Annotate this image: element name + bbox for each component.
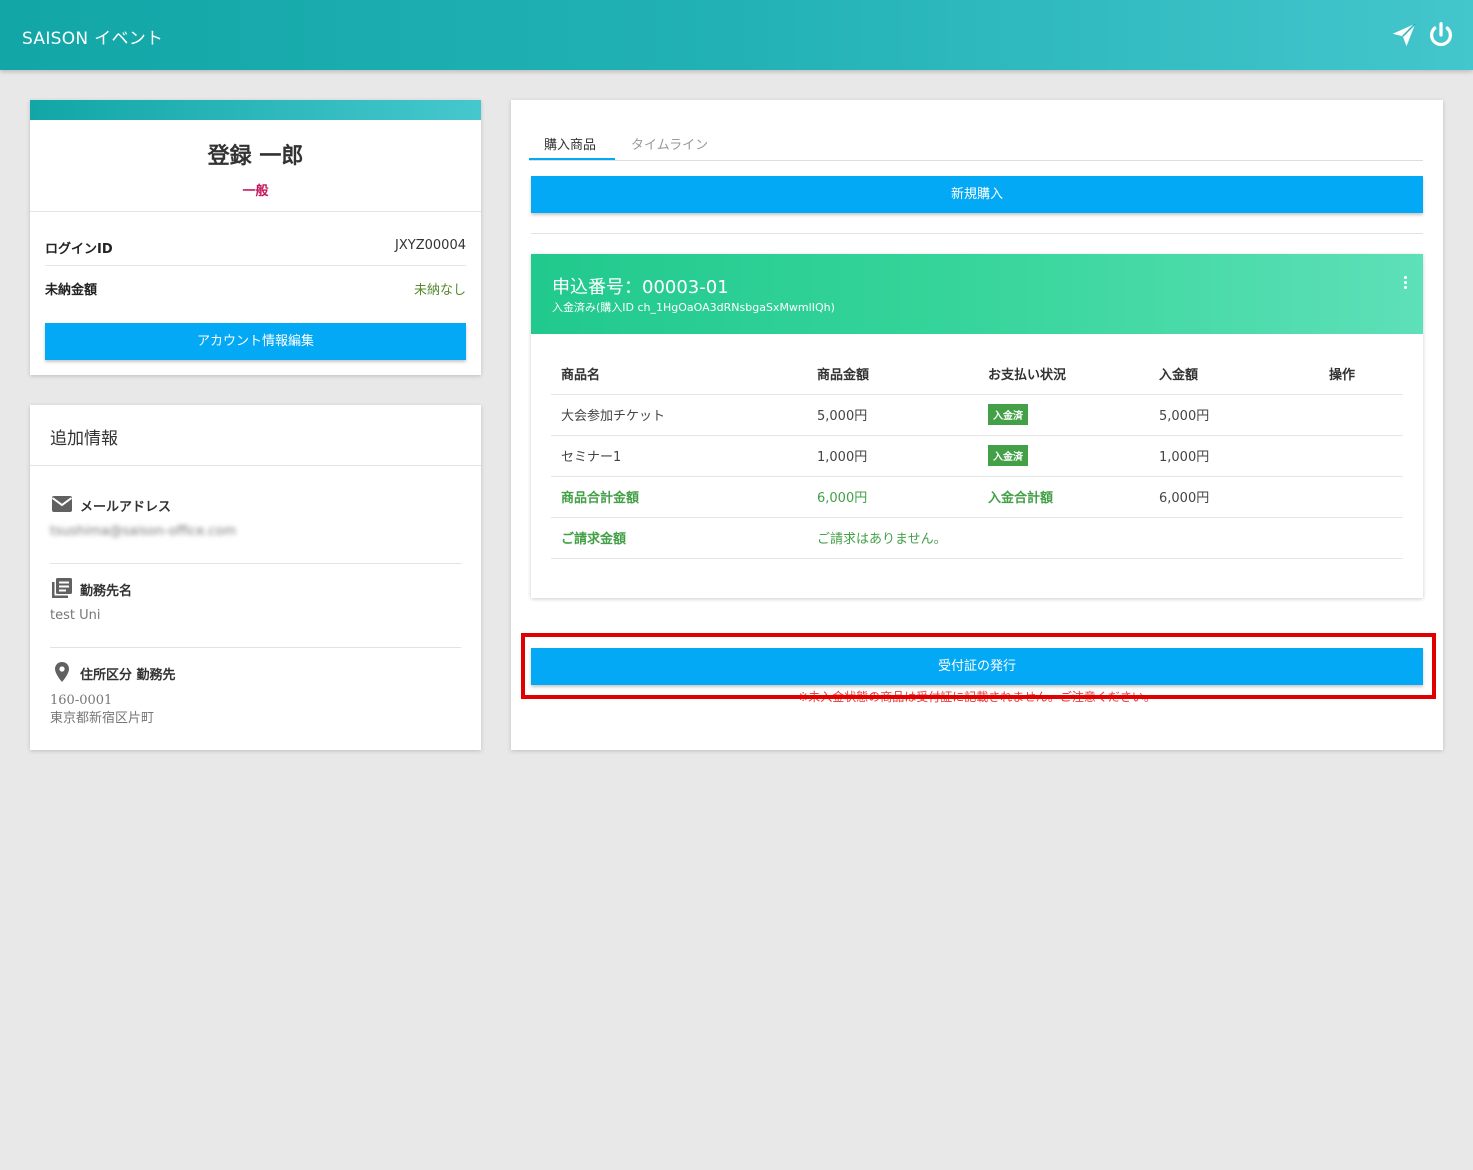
item-name: 大会参加チケット	[551, 394, 807, 436]
table-header-row: 商品名 商品金額 お支払い状況 入金額 操作	[551, 354, 1403, 395]
order-card: 申込番号：00003-01 入金済み(購入ID ch_1HgOaOA3dRNsb…	[531, 254, 1423, 598]
total-value: 6,000円	[807, 476, 978, 518]
address-line: 東京都新宿区片町	[50, 711, 155, 726]
user-name: 登録 一郎	[207, 144, 304, 169]
column-header: お支払い状況	[978, 354, 1149, 395]
item-price: 5,000円	[807, 394, 978, 436]
address-section: 住所区分 勤務先 160-0001 東京都新宿区片町	[50, 662, 461, 734]
column-header: 商品名	[551, 354, 807, 395]
company-value: test Uni	[50, 608, 101, 623]
address-value: 160-0001 東京都新宿区片町	[50, 692, 154, 728]
edit-account-button[interactable]: アカウント情報編集	[45, 323, 466, 360]
table-row: 大会参加チケット 5,000円 入金済 5,000円	[551, 394, 1403, 436]
order-header: 申込番号：00003-01 入金済み(購入ID ch_1HgOaOA3dRNsb…	[531, 254, 1423, 334]
email-section: メールアドレス tsushima@saison-office.com	[50, 496, 461, 564]
actions-cell	[1319, 394, 1403, 436]
order-number: 申込番号：00003-01	[552, 277, 729, 298]
company-label: 勤務先名	[80, 584, 133, 599]
send-icon[interactable]	[1389, 20, 1419, 50]
tab-purchased-items[interactable]: 購入商品	[544, 134, 596, 153]
paid-total-value: 6,000円	[1149, 476, 1319, 518]
totals-row: 商品合計金額 6,000円 入金合計額 6,000円	[551, 476, 1403, 518]
empty-cell	[1319, 476, 1403, 518]
additional-info-card: 追加情報 メールアドレス tsushima@saison-office.com …	[30, 405, 481, 750]
postal-code: 160-0001	[50, 693, 113, 708]
location-pin-icon	[50, 660, 74, 684]
tab-timeline[interactable]: タイムライン	[631, 134, 708, 153]
app-title[interactable]: SAISON イベント	[22, 24, 163, 49]
user-role: 一般	[242, 184, 269, 199]
divider	[531, 233, 1423, 234]
order-items-table: 商品名 商品金額 お支払い状況 入金額 操作 大会参加チケット 5,000円 入…	[551, 354, 1403, 559]
profile-card-accent	[30, 100, 481, 120]
mail-icon	[50, 492, 74, 516]
table-row: セミナー1 1,000円 入金済 1,000円	[551, 435, 1403, 477]
more-vert-icon[interactable]	[1403, 276, 1409, 294]
issue-receipt-button[interactable]: 受付証の発行	[531, 648, 1423, 685]
column-header: 商品金額	[807, 354, 978, 395]
email-value: tsushima@saison-office.com	[50, 524, 237, 539]
unpaid-value: 未納なし	[413, 283, 466, 298]
power-icon[interactable]	[1426, 20, 1456, 50]
login-id-value: JXYZ00004	[395, 238, 466, 253]
main-card: 購入商品 タイムライン 新規購入 申込番号：00003-01 入金済み(購入ID…	[511, 100, 1443, 750]
column-header: 操作	[1319, 354, 1403, 395]
status-badge: 入金済	[988, 445, 1028, 466]
additional-info-title: 追加情報	[30, 405, 481, 466]
profile-card: 登録 一郎 一般 ログインID JXYZ00004 未納金額 未納なし アカウン…	[30, 100, 481, 375]
divider	[30, 211, 481, 212]
active-tab-indicator	[529, 158, 615, 160]
item-name: セミナー1	[551, 435, 807, 477]
email-label: メールアドレス	[80, 500, 172, 515]
billing-row: ご請求金額 ご請求はありません。	[551, 517, 1403, 559]
order-status: 入金済み(購入ID ch_1HgOaOA3dRNsbgaSxMwmlIQh)	[552, 301, 835, 314]
paid-total-label: 入金合計額	[978, 476, 1149, 518]
address-label: 住所区分 勤務先	[80, 668, 176, 683]
status-badge: 入金済	[988, 404, 1028, 425]
payment-status-cell: 入金済	[978, 394, 1149, 436]
company-section: 勤務先名 test Uni	[50, 578, 461, 648]
login-id-label: ログインID	[45, 242, 113, 257]
total-label: 商品合計金額	[551, 476, 807, 518]
billing-label: ご請求金額	[551, 517, 807, 559]
paid-amount: 5,000円	[1149, 394, 1319, 436]
column-header: 入金額	[1149, 354, 1319, 395]
app-bar: SAISON イベント	[0, 0, 1473, 70]
payment-status-cell: 入金済	[978, 435, 1149, 477]
new-purchase-button[interactable]: 新規購入	[531, 176, 1423, 213]
tab-bar: 購入商品 タイムライン	[529, 126, 1423, 161]
paid-amount: 1,000円	[1149, 435, 1319, 477]
library-books-icon	[50, 576, 74, 600]
unpaid-label: 未納金額	[45, 283, 98, 298]
item-price: 1,000円	[807, 435, 978, 477]
actions-cell	[1319, 435, 1403, 477]
unpaid-row: 未納金額 未納なし	[45, 267, 466, 307]
login-id-row: ログインID JXYZ00004	[45, 226, 466, 266]
billing-value: ご請求はありません。	[807, 517, 1403, 559]
